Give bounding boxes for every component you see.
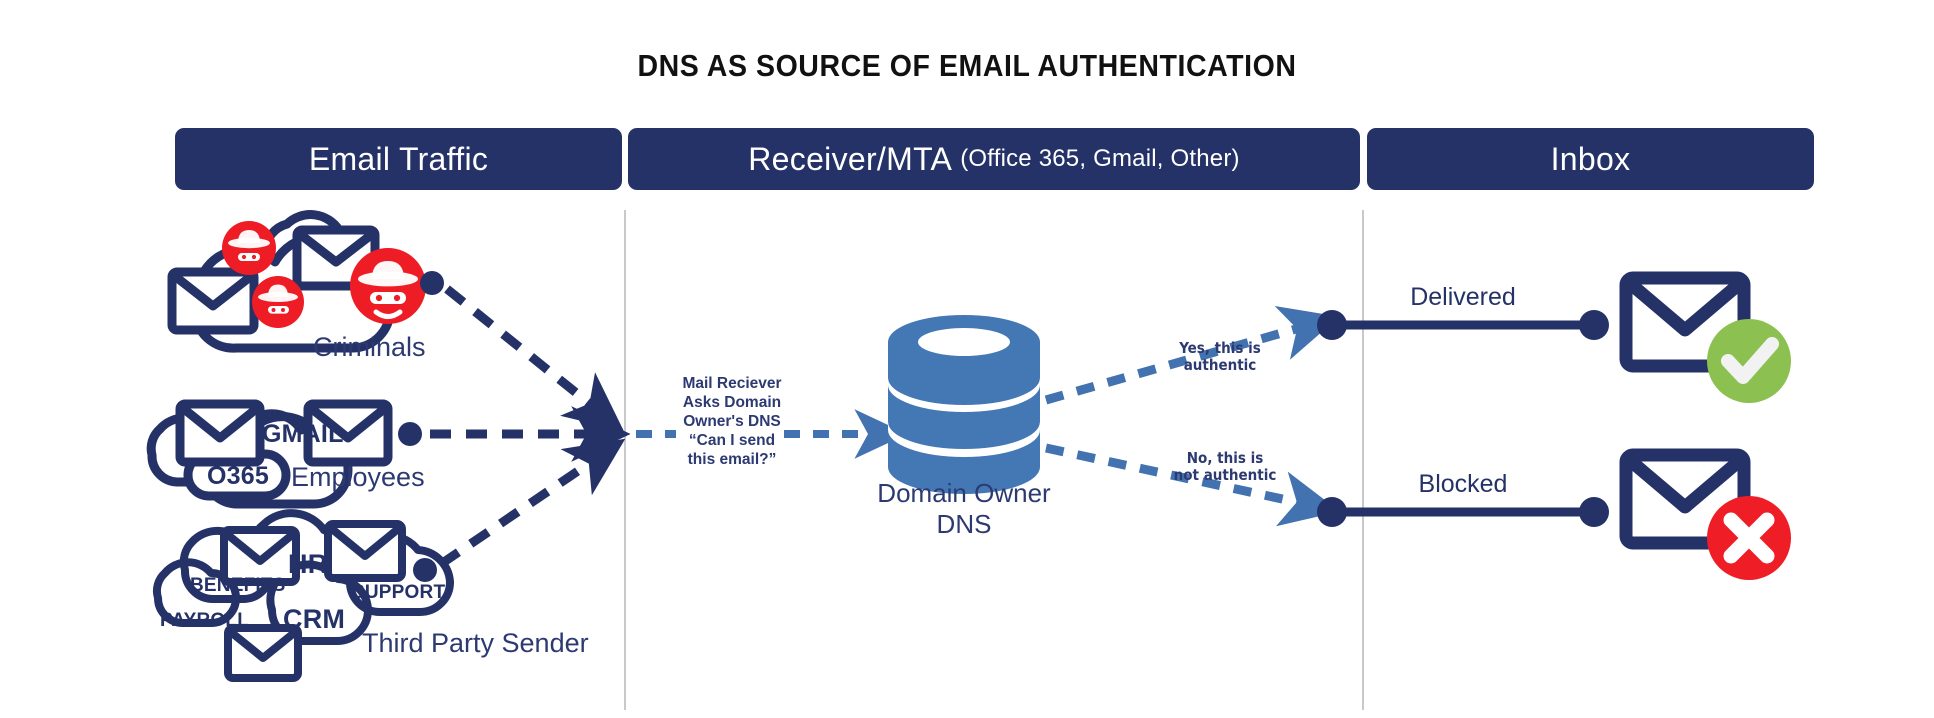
connector-dot — [1579, 497, 1609, 527]
sender-label-criminals: Criminals — [313, 332, 426, 362]
connector-dot — [1579, 310, 1609, 340]
cloud-word-support: SUPPORT — [352, 582, 446, 603]
mta-query-line-4: “Can I send — [688, 431, 776, 449]
envelope-icon — [292, 225, 380, 291]
header-email-traffic-label: Email Traffic — [308, 140, 489, 177]
connector-dot — [1317, 310, 1347, 340]
connector-dot — [413, 558, 437, 582]
branch-condition-not-authentic-line-2: not authentic — [1173, 466, 1277, 485]
cloud-word-o365: O365 — [207, 462, 269, 490]
envelope-icon — [224, 624, 302, 682]
hacker-icon — [350, 248, 426, 324]
criminals-cloud-top — [260, 210, 356, 259]
diagram-canvas: DNS AS SOURCE OF EMAIL AUTHENTICATION Em… — [0, 0, 1934, 718]
header-receiver-mta-sublabel: (Office 365, Gmail, Other) — [960, 145, 1240, 172]
mta-query-line-3: Owner's DNS — [683, 412, 781, 430]
dns-label: Domain Owner DNS — [854, 478, 1074, 539]
envelope-icon — [1619, 448, 1751, 550]
x-circle-icon — [1707, 496, 1791, 580]
cloud-word-payroll: PAYROLL — [160, 610, 250, 631]
delivered-route — [1317, 310, 1609, 340]
branch-condition-not-authentic: No, this is not authentic — [1150, 449, 1300, 485]
cloud-word-crm: CRM — [283, 604, 346, 634]
mta-query-line-1: Mail Reciever — [682, 375, 782, 392]
envelope-icon — [167, 267, 259, 335]
database-icon — [888, 315, 1040, 494]
result-delivered — [1619, 271, 1791, 403]
header-inbox: Inbox — [1367, 128, 1814, 190]
result-blocked — [1619, 448, 1791, 580]
sender-label-employees: Employees — [291, 462, 425, 492]
blocked-route — [1317, 497, 1609, 527]
mta-query-line-2: Asks Domain — [682, 393, 782, 411]
cloud-word-gmail: GMAIL — [262, 420, 344, 448]
header-inbox-label: Inbox — [1550, 140, 1631, 177]
page-title: DNS AS SOURCE OF EMAIL AUTHENTICATION — [637, 48, 1297, 83]
column-divider-left — [624, 210, 626, 710]
hacker-icon — [252, 276, 304, 328]
cloud-word-benefits: BENEFITS — [190, 575, 286, 596]
mta-query-line-5: this email?” — [687, 450, 777, 468]
envelope-icon — [324, 520, 406, 582]
header-receiver-mta: Receiver/MTA (Office 365, Gmail, Other) — [628, 128, 1360, 190]
envelope-icon — [175, 399, 265, 467]
envelope-icon — [1619, 271, 1751, 373]
connector-dot — [1317, 497, 1347, 527]
connector-dot — [398, 422, 422, 446]
dns-label-line-2: DNS — [936, 508, 992, 539]
branch-condition-authentic-line-2: authentic — [1183, 356, 1257, 375]
cloud-word-hr: HR — [288, 549, 328, 579]
dns-label-line-1: Domain Owner — [877, 478, 1051, 508]
header-email-traffic: Email Traffic — [175, 128, 622, 190]
criminals-cluster — [167, 210, 624, 432]
arrow-criminals-to-mta — [444, 285, 624, 432]
branch-condition-not-authentic-line-1: No, this is — [1186, 449, 1264, 467]
route-label-delivered: Delivered — [1410, 283, 1516, 311]
header-receiver-mta-label: Receiver/MTA — [748, 140, 953, 177]
check-circle-icon — [1707, 319, 1791, 403]
branch-condition-authentic-line-1: Yes, this is — [1179, 339, 1261, 357]
connector-dot — [420, 271, 444, 295]
sender-label-third-party: Third Party Sender — [362, 628, 589, 658]
mta-query-text: Mail Reciever Asks Domain Owner's DNS “C… — [672, 375, 792, 470]
route-label-blocked: Blocked — [1418, 470, 1508, 498]
branch-condition-authentic: Yes, this is authentic — [1150, 339, 1290, 375]
hacker-icon — [222, 221, 276, 275]
arrow-thirdparty-to-mta — [438, 438, 626, 568]
